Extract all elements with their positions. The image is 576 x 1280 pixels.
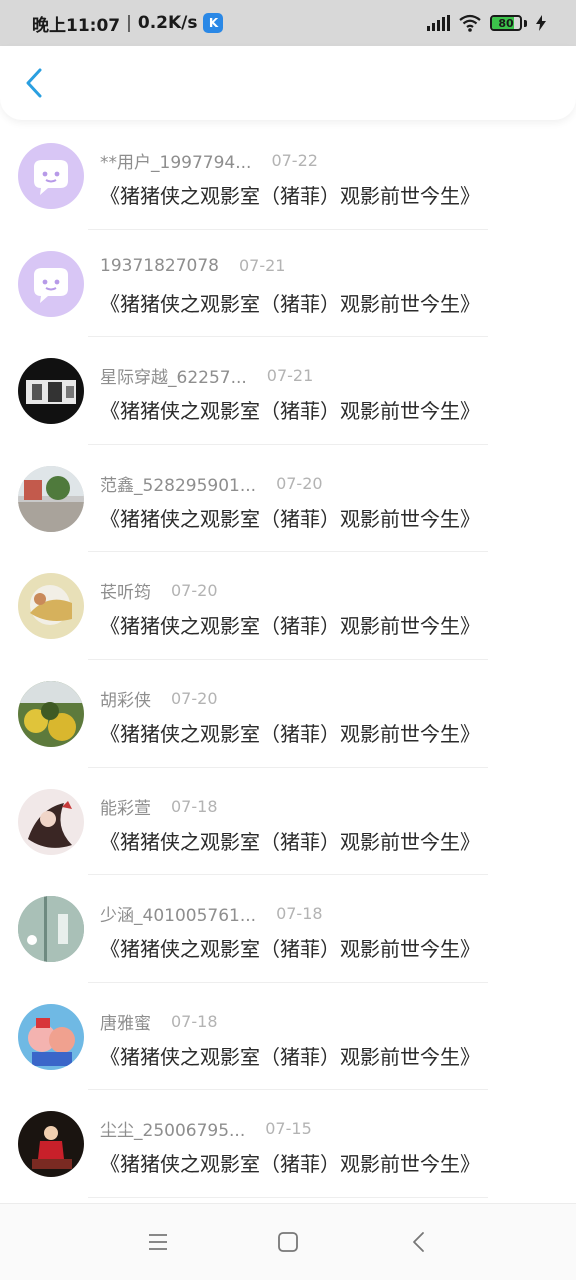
divider — [88, 1196, 488, 1198]
user-photo-avatar — [18, 896, 84, 963]
message-list-item[interactable]: 胡彩侠 07-20 《猪猪侠之观影室（猪菲）观影前世今生》 — [0, 660, 576, 768]
message-meta: 尘尘_25006795... 07-15 — [100, 1116, 312, 1141]
username: 少涵_401005761... — [100, 906, 257, 927]
message-meta: 能彩萱 07-18 — [100, 794, 218, 819]
avatar[interactable] — [18, 358, 84, 425]
username: 唐雅蜜 — [100, 1013, 151, 1034]
message-text: 《猪猪侠之观影室（猪菲）观影前世今生》 — [100, 399, 480, 424]
message-date: 07-20 — [276, 473, 323, 493]
avatar[interactable] — [18, 465, 84, 532]
message-date: 07-20 — [171, 688, 218, 708]
username: 胡彩侠 — [100, 690, 151, 711]
app-badge-icon: K — [203, 13, 224, 33]
message-date: 07-18 — [171, 1011, 218, 1031]
status-bar: 晚上11:07 | 0.2K/s K 80 — [0, 0, 576, 46]
username: 范鑫_528295901... — [100, 475, 257, 496]
battery-cap — [524, 19, 527, 27]
message-meta: 胡彩侠 07-20 — [100, 686, 218, 711]
menu-button[interactable] — [138, 1222, 178, 1262]
wifi-icon — [459, 14, 481, 32]
message-date: 07-15 — [265, 1119, 312, 1139]
message-list: **用户_1997794... 07-22 《猪猪侠之观影室（猪菲）观影前世今生》 1… — [0, 122, 576, 1198]
header-bar — [0, 46, 576, 120]
message-date: 07-20 — [171, 581, 218, 601]
battery-icon: 80 — [490, 15, 522, 31]
back-button[interactable] — [18, 63, 50, 103]
message-meta: **用户_1997794... 07-22 — [100, 148, 318, 173]
message-list-item[interactable]: 19371827078 07-21 《猪猪侠之观影室（猪菲）观影前世今生》 — [0, 230, 576, 338]
status-net-speed: 0.2K/s — [137, 13, 198, 33]
chevron-left-icon — [26, 68, 42, 98]
avatar[interactable] — [18, 143, 84, 209]
status-separator: | — [126, 13, 132, 33]
message-meta: 苌听筠 07-20 — [100, 578, 218, 603]
user-photo-avatar — [18, 680, 84, 747]
message-text: 《猪猪侠之观影室（猪菲）观影前世今生》 — [100, 184, 480, 208]
home-button[interactable] — [268, 1222, 308, 1262]
username: 星际穿越_62257... — [100, 368, 247, 389]
username: 苌听筠 — [100, 583, 151, 604]
message-date: 07-22 — [271, 151, 318, 170]
user-photo-avatar — [18, 573, 84, 640]
message-list-item[interactable]: 星际穿越_62257... 07-21 《猪猪侠之观影室（猪菲）观影前世今生》 — [0, 337, 576, 445]
message-list-item[interactable]: 范鑫_528295901... 07-20 《猪猪侠之观影室（猪菲）观影前世今生》 — [0, 445, 576, 553]
status-time: 晚上11:07 — [32, 15, 121, 36]
system-nav-bar — [0, 1203, 576, 1280]
avatar[interactable] — [18, 250, 84, 317]
message-text: 《猪猪侠之观影室（猪菲）观影前世今生》 — [100, 1152, 480, 1177]
message-meta: 19371827078 07-21 — [100, 256, 285, 276]
avatar[interactable] — [18, 788, 84, 855]
message-text: 《猪猪侠之观影室（猪菲）观影前世今生》 — [100, 937, 480, 962]
message-date: 07-18 — [276, 904, 323, 924]
message-date: 07-18 — [171, 796, 218, 816]
message-list-item[interactable]: 少涵_401005761... 07-18 《猪猪侠之观影室（猪菲）观影前世今生》 — [0, 875, 576, 983]
nav-back-button[interactable] — [398, 1222, 438, 1262]
charging-bolt-icon — [536, 15, 546, 31]
message-meta: 唐雅蜜 07-18 — [100, 1009, 218, 1034]
message-text: 《猪猪侠之观影室（猪菲）观影前世今生》 — [100, 829, 480, 854]
message-list-item[interactable]: 能彩萱 07-18 《猪猪侠之观影室（猪菲）观影前世今生》 — [0, 768, 576, 876]
message-meta: 少涵_401005761... 07-18 — [100, 901, 323, 926]
status-left: 晚上11:07 | 0.2K/s K — [32, 11, 224, 36]
message-text: 《猪猪侠之观影室（猪菲）观影前世今生》 — [100, 614, 480, 639]
back-triangle-icon — [413, 1232, 424, 1252]
message-list-item[interactable]: 尘尘_25006795... 07-15 《猪猪侠之观影室（猪菲）观影前世今生》 — [0, 1090, 576, 1198]
username: 尘尘_25006795... — [100, 1121, 246, 1142]
username: 能彩萱 — [100, 798, 151, 819]
user-photo-avatar — [18, 358, 84, 425]
message-text: 《猪猪侠之观影室（猪菲）观影前世今生》 — [100, 506, 480, 531]
message-list-item[interactable]: **用户_1997794... 07-22 《猪猪侠之观影室（猪菲）观影前世今生》 — [0, 122, 576, 230]
avatar[interactable] — [18, 573, 84, 640]
avatar[interactable] — [18, 1003, 84, 1070]
screen: 晚上11:07 | 0.2K/s K 80 **用户_1997794... 07… — [0, 0, 576, 1280]
battery-level-text: 80 — [498, 16, 514, 30]
status-right: 80 — [427, 14, 546, 32]
avatar[interactable] — [18, 896, 84, 963]
user-photo-avatar — [18, 465, 84, 532]
message-text: 《猪猪侠之观影室（猪菲）观影前世今生》 — [100, 721, 480, 746]
message-text: 《猪猪侠之观影室（猪菲）观影前世今生》 — [100, 291, 480, 316]
message-date: 07-21 — [266, 366, 314, 386]
user-photo-avatar — [18, 1111, 84, 1178]
menu-icon — [149, 1234, 167, 1250]
message-meta: 范鑫_528295901... 07-20 — [100, 471, 323, 496]
message-text: 《猪猪侠之观影室（猪菲）观影前世今生》 — [100, 1044, 480, 1069]
user-photo-avatar — [18, 788, 84, 855]
username: 19371827078 — [100, 255, 219, 276]
message-date: 07-21 — [238, 256, 286, 276]
message-list-item[interactable]: 苌听筠 07-20 《猪猪侠之观影室（猪菲）观影前世今生》 — [0, 552, 576, 660]
username: **用户_1997794... — [100, 153, 252, 173]
user-photo-avatar — [18, 1003, 84, 1070]
chat-bubble-avatar-icon — [18, 143, 84, 209]
signal-icon — [427, 15, 450, 31]
avatar[interactable] — [18, 680, 84, 747]
message-list-item[interactable]: 唐雅蜜 07-18 《猪猪侠之观影室（猪菲）观影前世今生》 — [0, 983, 576, 1091]
message-meta: 星际穿越_62257... 07-21 — [100, 363, 313, 388]
chat-bubble-avatar-icon — [18, 250, 84, 317]
avatar[interactable] — [18, 1111, 84, 1178]
home-square-icon — [278, 1232, 298, 1252]
